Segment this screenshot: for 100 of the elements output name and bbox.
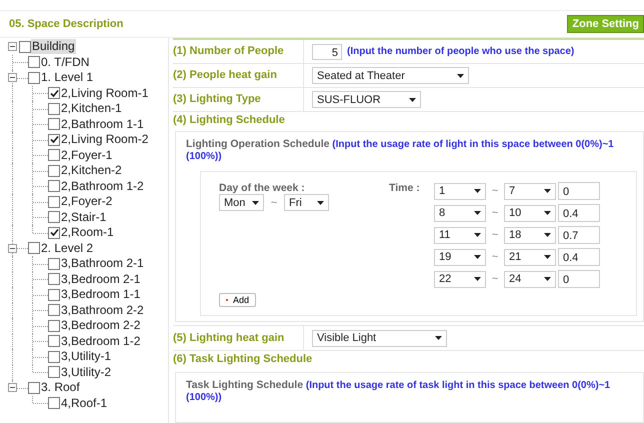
caret-icon (474, 277, 481, 281)
field-label: (3) Lighting Type (173, 88, 304, 111)
checkbox[interactable] (48, 258, 60, 270)
dropdown[interactable]: 24 (504, 270, 556, 288)
field-label: (1) Number of People (173, 40, 304, 63)
tree-item[interactable]: 3,Utility-2 (60, 364, 112, 380)
field-label: (5) Lighting heat gain (173, 326, 304, 350)
tilde: ~ (490, 251, 500, 263)
checkbox[interactable] (48, 350, 60, 363)
checkbox[interactable] (48, 87, 60, 100)
checkbox[interactable] (48, 304, 60, 316)
input-field[interactable]: 0 (558, 270, 600, 288)
tree-item[interactable]: 3,Utility-1 (60, 349, 112, 364)
section-label: (6) Task Lighting Schedule (173, 352, 314, 367)
checkbox[interactable] (28, 72, 40, 84)
caret-icon (544, 189, 551, 193)
checkbox[interactable] (48, 335, 60, 348)
input-field[interactable]: 0.7 (558, 226, 600, 244)
tree-item[interactable]: 3,Bedroom 2-2 (60, 318, 142, 334)
dropdown[interactable]: 18 (504, 226, 556, 244)
dropdown[interactable]: SUS-FLUOR (312, 91, 421, 108)
dropdown[interactable]: 10 (504, 204, 556, 222)
input-field[interactable]: 0 (558, 182, 600, 200)
checkbox[interactable] (19, 40, 31, 53)
tilde: ~ (270, 196, 278, 208)
tree-item[interactable]: 2,Kitchen-1 (60, 101, 123, 116)
section-title: 05. Space Description (9, 18, 124, 30)
dropdown[interactable]: 7 (504, 182, 556, 200)
dropdown[interactable]: Fri (284, 194, 329, 211)
schedule-title: Task Lighting Schedule (Input the usage rate of task light in this space between 0(0%)~1 (100%)) (186, 379, 612, 404)
hint-text: (Input the number of people who use the space) (347, 46, 574, 57)
input-field[interactable]: 5 (312, 44, 342, 60)
tree-item[interactable]: 2,Foyer-2 (60, 194, 114, 210)
checkbox[interactable] (48, 196, 60, 208)
tree-item[interactable]: 3,Bathroom 2-1 (60, 256, 145, 272)
caret-icon (544, 255, 551, 259)
caret-icon (544, 211, 551, 215)
tree-item[interactable]: 2,Stair-1 (60, 210, 108, 225)
dropdown[interactable]: Visible Light (312, 330, 447, 346)
tree-item[interactable]: 0. T/FDN (40, 54, 90, 70)
dropdown[interactable]: 22 (434, 270, 486, 288)
collapse-icon[interactable] (8, 42, 17, 52)
caret-icon (252, 200, 259, 204)
checkbox[interactable] (48, 149, 60, 162)
tree-item[interactable]: 2,Living Room-2 (60, 132, 150, 148)
time-label: Time : (389, 182, 421, 196)
dropdown[interactable]: 1 (434, 182, 486, 200)
tree-item[interactable]: 3,Bedroom 1-2 (60, 334, 142, 349)
checkbox[interactable] (48, 288, 60, 301)
checkbox[interactable] (48, 134, 60, 146)
checkbox[interactable] (48, 164, 60, 177)
caret-icon (409, 98, 416, 102)
tree-item[interactable]: 2. Level 2 (40, 240, 94, 256)
caret-icon (474, 255, 481, 259)
tree-item[interactable]: 4,Roof-1 (60, 396, 108, 411)
checkbox[interactable] (28, 242, 40, 254)
caret-icon (544, 277, 551, 281)
checkbox[interactable] (28, 56, 40, 68)
checkbox[interactable] (48, 211, 60, 224)
tree-item[interactable]: 2,Bathroom 1-2 (60, 178, 145, 194)
dropdown[interactable]: Mon (219, 194, 264, 211)
tree-item[interactable]: Building (31, 39, 76, 54)
collapse-icon[interactable] (8, 244, 17, 253)
dropdown[interactable]: 21 (504, 248, 556, 266)
dropdown[interactable]: 11 (434, 226, 486, 244)
dropdown[interactable]: 19 (434, 248, 486, 266)
checkbox[interactable] (48, 273, 60, 286)
tree-item[interactable]: 2,Room-1 (60, 225, 115, 240)
collapse-icon[interactable] (8, 73, 17, 82)
checkbox[interactable] (48, 226, 60, 239)
tree-item[interactable]: 2,Kitchen-2 (60, 163, 123, 178)
tree-item[interactable]: 2,Bathroom 1-1 (60, 116, 145, 132)
tree-item[interactable]: 3. Roof (40, 380, 81, 396)
checkbox[interactable] (28, 382, 40, 394)
checkbox[interactable] (48, 366, 60, 378)
dropdown[interactable]: Seated at Theater (312, 67, 469, 84)
caret-icon (435, 336, 442, 340)
tree-item[interactable]: 2,Foyer-1 (60, 148, 114, 163)
tree-item[interactable]: 3,Bathroom 2-2 (60, 302, 145, 318)
tree-item[interactable]: 3,Bedroom 2-1 (60, 272, 142, 287)
checkbox[interactable] (48, 118, 60, 130)
input-field[interactable]: 0.4 (558, 204, 600, 222)
input-field[interactable]: 0.4 (558, 248, 600, 266)
checkbox[interactable] (48, 180, 60, 192)
caret-icon (544, 233, 551, 237)
caret-icon (457, 74, 464, 78)
checkbox[interactable] (48, 102, 60, 115)
add-button[interactable]: Add (219, 293, 256, 307)
caret-icon (474, 211, 481, 215)
checkbox[interactable] (48, 320, 60, 332)
tree-item[interactable]: 3,Bedroom 1-1 (60, 287, 142, 302)
collapse-icon[interactable] (8, 383, 17, 392)
caret-icon (474, 233, 481, 237)
tree-item[interactable]: 2,Living Room-1 (60, 86, 150, 101)
tilde: ~ (490, 207, 500, 219)
schedule-title: Lighting Operation Schedule (Input the usage rate of light in this space between 0(0%)~1 (100%)) (186, 138, 615, 163)
dropdown[interactable]: 8 (434, 204, 486, 222)
tree-item[interactable]: 1. Level 1 (40, 70, 94, 86)
section-label: (4) Lighting Schedule (173, 113, 286, 128)
checkbox[interactable] (48, 397, 60, 410)
